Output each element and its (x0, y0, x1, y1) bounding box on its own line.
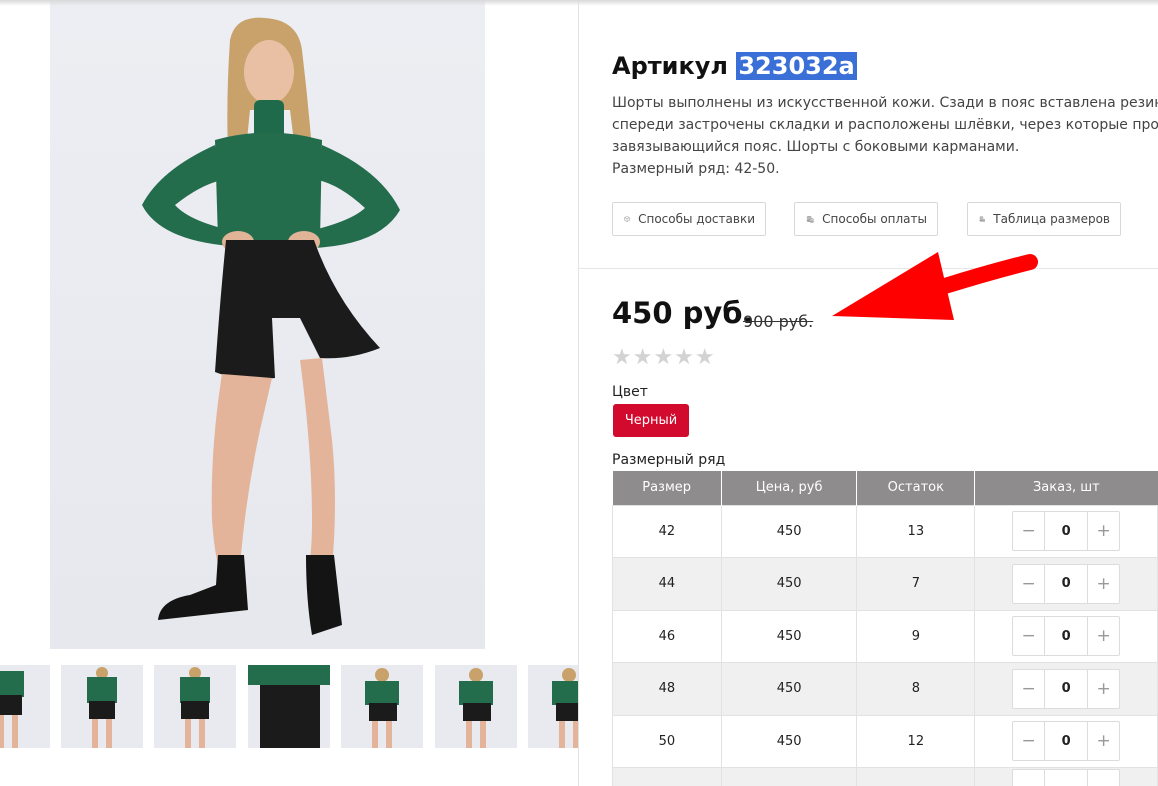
decrement-button[interactable]: − (1013, 722, 1044, 760)
table-row: 46 450 9 −0 + (612, 609, 1158, 663)
quantity-input[interactable]: 0 (1044, 512, 1089, 551)
coins-icon (806, 216, 814, 223)
increment-button[interactable]: + (1088, 670, 1119, 708)
quantity-input[interactable]: 0 (1044, 722, 1089, 761)
thumbnail-strip (0, 665, 578, 748)
thumbnail-4[interactable] (248, 665, 330, 748)
cell-price: 450 (720, 557, 858, 611)
delivery-methods-button[interactable]: Способы доставки (612, 202, 766, 236)
cell-size: 50 (612, 714, 722, 768)
size-chart-button[interactable]: Таблица размеров (967, 202, 1121, 236)
table-row-partial (612, 767, 1158, 786)
header-order: Заказ, шт (974, 471, 1158, 505)
box-icon (624, 216, 630, 222)
product-gallery (0, 0, 578, 786)
thumbnail-6[interactable] (435, 665, 517, 748)
quantity-stepper: −0 + (1012, 668, 1121, 709)
product-title: Артикул 323032а (612, 52, 857, 80)
color-label: Цвет (612, 384, 648, 400)
cell-order: −0 + (974, 609, 1158, 663)
header-stock: Остаток (856, 471, 975, 505)
table-header-row: Размер Цена, руб Остаток Заказ, шт (612, 471, 1158, 505)
size-chart-label: Таблица размеров (993, 212, 1110, 226)
cell-size: 48 (612, 662, 722, 716)
increment-button[interactable]: + (1088, 617, 1119, 655)
increment-button[interactable]: + (1088, 565, 1119, 603)
product-info-panel: Артикул 323032а Шорты выполнены из искус… (579, 0, 1158, 786)
decrement-button[interactable]: − (1013, 670, 1044, 708)
cell-stock: 7 (856, 557, 976, 611)
cell-price: 450 (720, 714, 858, 768)
cell-size: 42 (612, 504, 722, 558)
table-row: 50 450 12 −0 + (612, 714, 1158, 768)
thumbnail-1[interactable] (0, 665, 50, 748)
cell-price: 450 (720, 662, 858, 716)
cell-order: −0 + (974, 557, 1158, 611)
rating-stars[interactable]: ★★★★★ (612, 345, 716, 370)
cell-price: 450 (720, 504, 858, 558)
table-row: 48 450 8 −0 + (612, 662, 1158, 716)
quantity-stepper: −0 + (1012, 721, 1121, 762)
cell-stock: 12 (856, 714, 976, 768)
decrement-button[interactable]: − (1013, 565, 1044, 603)
increment-button[interactable] (1088, 770, 1119, 786)
product-sku[interactable]: 323032а (736, 52, 857, 80)
description-line: завязывающийся пояс. Шорты с боковыми ка… (612, 139, 1020, 155)
quantity-input[interactable]: 0 (1044, 564, 1089, 603)
current-price: 450 руб. (612, 296, 754, 330)
thumbnail-2[interactable] (61, 665, 143, 748)
description-line: спереди застрочены складки и расположены… (612, 117, 1158, 133)
cell-stock (856, 767, 976, 786)
quantity-input[interactable]: 0 (1044, 617, 1089, 656)
description-line: Шорты выполнены из искусственной кожи. С… (612, 95, 1158, 111)
title-prefix: Артикул (612, 52, 728, 80)
increment-button[interactable]: + (1088, 512, 1119, 550)
color-option-black[interactable]: Черный (613, 404, 689, 437)
table-row: 42 450 13 −0 + (612, 504, 1158, 558)
quantity-input[interactable]: 0 (1044, 669, 1089, 708)
cell-price: 450 (720, 609, 858, 663)
thumbnail-5[interactable] (341, 665, 423, 748)
description-line: Размерный ряд: 42-50. (612, 161, 780, 177)
cell-size: 46 (612, 609, 722, 663)
model-illustration (142, 17, 400, 635)
annotation-arrow (832, 252, 1038, 320)
delivery-methods-label: Способы доставки (638, 212, 755, 226)
size-grid-table: Размер Цена, руб Остаток Заказ, шт 42 45… (612, 471, 1158, 786)
quantity-input[interactable] (1044, 769, 1089, 786)
thumbnail-7[interactable] (528, 665, 578, 748)
decrement-button[interactable] (1013, 770, 1044, 786)
cell-price (720, 767, 858, 786)
cell-size (612, 767, 722, 786)
thumbnail-3[interactable] (154, 665, 236, 748)
header-size: Размер (612, 471, 722, 505)
top-shadow (0, 0, 1158, 6)
cell-stock: 9 (856, 609, 976, 663)
coins-stack-icon (979, 216, 986, 222)
quantity-stepper: −0 + (1012, 563, 1121, 604)
cell-size: 44 (612, 557, 722, 611)
size-grid-label: Размерный ряд (612, 452, 726, 468)
cell-order: −0 + (974, 714, 1158, 768)
cell-order: −0 + (974, 504, 1158, 558)
old-price: 900 руб. (743, 312, 814, 331)
header-price: Цена, руб (720, 471, 857, 505)
product-description: Шорты выполнены из искусственной кожи. С… (612, 92, 1158, 180)
quantity-stepper: −0 + (1012, 511, 1121, 552)
cell-order (974, 767, 1158, 786)
cell-order: −0 + (974, 662, 1158, 716)
quantity-stepper: −0 + (1012, 616, 1121, 657)
payment-methods-button[interactable]: Способы оплаты (794, 202, 938, 236)
payment-methods-label: Способы оплаты (822, 212, 927, 226)
cell-stock: 13 (856, 504, 976, 558)
cell-stock: 8 (856, 662, 976, 716)
main-product-photo[interactable] (50, 0, 485, 649)
quantity-stepper (1012, 768, 1121, 786)
decrement-button[interactable]: − (1013, 617, 1044, 655)
increment-button[interactable]: + (1088, 722, 1119, 760)
decrement-button[interactable]: − (1013, 512, 1044, 550)
table-row: 44 450 7 −0 + (612, 557, 1158, 611)
